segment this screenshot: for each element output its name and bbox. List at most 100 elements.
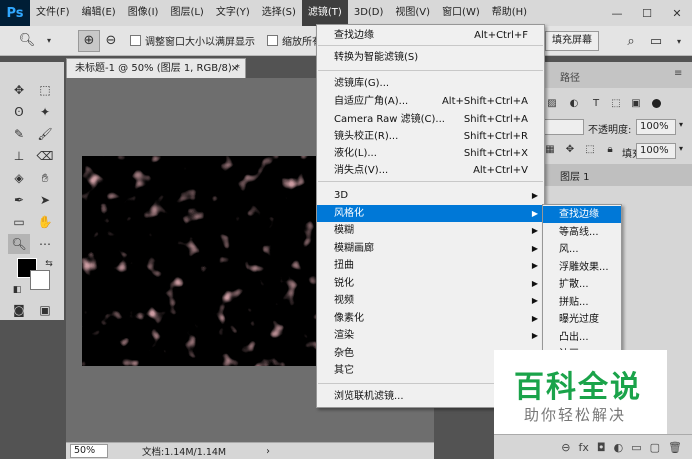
lock-pixels-icon[interactable]: ▦ — [544, 144, 556, 156]
filter-menu-item[interactable]: 模糊画廊 ▶ — [317, 240, 544, 257]
menu-window[interactable]: 窗口(W) — [436, 0, 486, 26]
link-icon[interactable]: ⊖ — [561, 441, 570, 454]
filter-pixel-icon[interactable]: ▨ — [546, 98, 558, 110]
tab-paths[interactable]: 路径 — [560, 69, 580, 84]
filter-menu-item[interactable]: 锐化 ▶ — [317, 275, 544, 292]
eraser-icon[interactable]: ⌫ — [34, 146, 56, 166]
menu-filter[interactable]: 滤镜(T) — [301, 0, 348, 26]
menu-help[interactable]: 帮助(H) — [486, 0, 533, 26]
hand-tool-icon[interactable]: ✋ — [34, 212, 56, 232]
stylize-submenu-item[interactable]: 风... — [543, 241, 621, 258]
move-tool-icon[interactable]: ✥ — [8, 80, 30, 100]
fx-icon[interactable]: fx — [579, 441, 589, 454]
filter-adjust-icon[interactable]: ◐ — [568, 98, 580, 110]
filter-menu-item[interactable]: 视频 ▶ — [317, 292, 544, 309]
resize-windows-checkbox[interactable] — [130, 35, 141, 46]
smudge-icon[interactable]: ✋︎ — [34, 168, 56, 188]
filter-menu-item[interactable]: 风格化 ▶ — [317, 205, 544, 222]
lasso-tool-icon[interactable]: ʘ — [8, 102, 30, 122]
document-tab[interactable]: 未标题-1 @ 50% (图层 1, RGB/8) * × — [66, 58, 246, 78]
document-info[interactable]: 文档:1.14M/1.14M — [142, 444, 226, 458]
filter-menu-item[interactable]: 转换为智能滤镜(S) — [317, 49, 544, 66]
lock-artboard-icon[interactable]: ⬚ — [584, 144, 596, 156]
path-selection-icon[interactable]: ➤ — [34, 190, 56, 210]
menu-view[interactable]: 视图(V) — [389, 0, 436, 26]
fill-input[interactable]: 100% — [636, 143, 676, 159]
panel-menu-icon[interactable]: ≡ — [674, 68, 682, 79]
pen-tool-icon[interactable]: ✒ — [8, 190, 30, 210]
stylize-submenu-item[interactable]: 等高线... — [543, 224, 621, 241]
stylize-submenu-item[interactable]: 查找边缘 — [543, 206, 621, 223]
stamp-icon[interactable]: ⊥ — [8, 146, 30, 166]
menu-select[interactable]: 选择(S) — [256, 0, 302, 26]
magic-wand-icon[interactable]: ✦ — [34, 102, 56, 122]
more-tools-icon[interactable]: ⋯ — [34, 234, 56, 254]
fill-chevron-icon[interactable]: ▾ — [679, 144, 683, 153]
filter-menu-item[interactable]: Camera Raw 滤镜(C)... Shift+Ctrl+A — [317, 111, 544, 128]
stylize-submenu-item[interactable]: 浮雕效果... — [543, 259, 621, 276]
filter-menu-item[interactable]: 镜头校正(R)... Shift+Ctrl+R — [317, 128, 544, 145]
document-tab-close-icon[interactable]: × — [231, 59, 239, 78]
filter-menu-item[interactable]: 滤镜库(G)... — [317, 75, 544, 92]
layer-row[interactable]: 图层 1 — [540, 164, 692, 186]
workspace-icon[interactable]: ▭ — [645, 30, 667, 52]
opacity-chevron-icon[interactable]: ▾ — [679, 120, 683, 129]
filter-menu-item[interactable]: 像素化 ▶ — [317, 310, 544, 327]
filter-menu-item[interactable]: 消失点(V)... Alt+Ctrl+V — [317, 162, 544, 179]
swap-colors-icon[interactable]: ⇆ — [38, 254, 60, 274]
zoom-tool-icon[interactable]: 🔍︎ — [8, 234, 30, 254]
trash-icon[interactable]: 🗑 — [668, 441, 682, 454]
default-colors-icon[interactable]: ◧ — [6, 280, 28, 300]
brush-icon[interactable]: 🖌︎ — [34, 124, 56, 144]
status-chevron-icon[interactable]: › — [266, 446, 270, 457]
workspace-chevron-icon[interactable]: ▾ — [668, 30, 690, 52]
fill-screen-button[interactable]: 填充屏幕 — [545, 31, 599, 51]
filter-shape-icon[interactable]: ⬚ — [610, 98, 622, 110]
filter-type-icon[interactable]: T — [590, 98, 602, 110]
stylize-submenu-item[interactable]: 扩散... — [543, 276, 621, 293]
menu-file[interactable]: 文件(F) — [30, 0, 76, 26]
zoom-out-icon[interactable]: ⊖ — [100, 30, 122, 52]
marquee-tool-icon[interactable]: ⬚ — [34, 80, 56, 100]
menu-edit[interactable]: 编辑(E) — [76, 0, 122, 26]
group-icon[interactable]: ▭ — [631, 441, 641, 454]
mask-icon[interactable]: ◘ — [597, 441, 606, 454]
zoom-all-checkbox[interactable] — [267, 35, 278, 46]
filter-menu-item[interactable]: 扭曲 ▶ — [317, 257, 544, 274]
filter-smart-icon[interactable]: ▣ — [630, 98, 642, 110]
maximize-button[interactable]: ☐ — [632, 0, 662, 26]
zoom-tool-preset-icon[interactable]: 🔍︎ — [16, 30, 38, 52]
filter-menu-item[interactable]: 查找边缘 Alt+Ctrl+F — [317, 27, 544, 44]
search-icon[interactable]: ⌕ — [620, 30, 642, 52]
zoom-level-input[interactable]: 50% — [70, 444, 108, 458]
filter-menu-item[interactable]: 模糊 ▶ — [317, 222, 544, 239]
screen-mode-icon[interactable]: ▣ — [34, 300, 56, 320]
eyedropper-icon[interactable]: ✎ — [8, 124, 30, 144]
new-layer-icon[interactable]: ▢ — [650, 441, 660, 454]
lock-position-icon[interactable]: ✥ — [564, 144, 576, 156]
filter-menu-item[interactable]: 3D ▶ — [317, 187, 544, 204]
menu-type[interactable]: 文字(Y) — [210, 0, 256, 26]
menu-image[interactable]: 图像(I) — [122, 0, 165, 26]
quick-mask-icon[interactable]: ◙ — [8, 300, 30, 320]
minimize-button[interactable]: — — [602, 0, 632, 26]
stylize-submenu-item[interactable]: 拼贴... — [543, 294, 621, 311]
stylize-submenu-item[interactable]: 曝光过度 — [543, 311, 621, 328]
filter-menu-item[interactable]: 自适应广角(A)... Alt+Shift+Ctrl+A — [317, 93, 544, 110]
rectangle-tool-icon[interactable]: ▭ — [8, 212, 30, 232]
opacity-input[interactable]: 100% — [636, 119, 676, 135]
adjustment-icon[interactable]: ◐ — [614, 441, 624, 454]
filter-toggle[interactable] — [652, 99, 661, 108]
chevron-down-icon[interactable]: ▾ — [38, 30, 60, 52]
menu-3d[interactable]: 3D(D) — [348, 0, 390, 26]
close-button[interactable]: ✕ — [662, 0, 692, 26]
zoom-in-icon[interactable]: ⊕ — [78, 29, 100, 52]
filter-menu-item[interactable]: 渲染 ▶ — [317, 327, 544, 344]
filter-menu-item[interactable]: 液化(L)... Shift+Ctrl+X — [317, 145, 544, 162]
lock-all-icon[interactable]: 🔒︎ — [604, 144, 616, 156]
blend-mode-select[interactable] — [542, 119, 584, 135]
canvas-image[interactable] — [82, 156, 316, 366]
menu-layer[interactable]: 图层(L) — [164, 0, 209, 26]
paint-bucket-icon[interactable]: ◈ — [8, 168, 30, 188]
stylize-submenu-item[interactable]: 凸出... — [543, 329, 621, 346]
